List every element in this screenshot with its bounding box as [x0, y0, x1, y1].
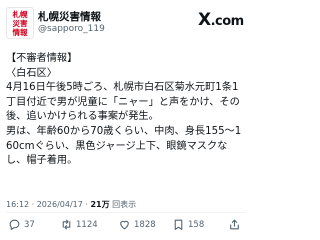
account-handle[interactable]: @sapporo_119: [38, 24, 105, 34]
avatar-text-line-1: 札幌: [12, 9, 28, 19]
share-button[interactable]: [228, 218, 241, 231]
share-icon: [230, 219, 239, 230]
retweet-icon: [62, 219, 71, 230]
avatar[interactable]: 札幌 災害 情報: [6, 7, 34, 39]
tweet-date[interactable]: 2026/04/17: [37, 200, 83, 209]
heart-icon: [120, 220, 129, 230]
x-logo-com: .com: [210, 14, 245, 29]
tweet-time[interactable]: 16:12: [6, 200, 29, 209]
reply-icon: [9, 219, 20, 230]
bookmark-button[interactable]: 158: [172, 218, 204, 231]
bookmark-count: 158: [188, 219, 205, 230]
tweet-text: 【不審者情報】 〈白石区〉 4月16日午後5時ごろ、札幌市白石区菊水元町1条1丁…: [6, 53, 242, 167]
retweet-button[interactable]: 1124: [60, 218, 98, 231]
avatar-text-line-3: 情報: [12, 27, 28, 37]
x-com-logo: X.com: [198, 10, 244, 30]
divider: [6, 212, 246, 213]
avatar-text-line-2: 災害: [12, 18, 28, 28]
reply-count: 37: [24, 219, 35, 230]
reply-button[interactable]: 37: [8, 218, 35, 231]
view-count: 21万: [90, 200, 110, 209]
retweet-count: 1124: [76, 219, 98, 230]
account-name[interactable]: 札幌災害情報: [38, 9, 101, 24]
x-logo-mark: X: [198, 10, 211, 30]
action-bar: 37 1124 1828 158: [0, 216, 250, 236]
tweet-meta: 16:12 · 2026/04/17 · 21万 回表示: [6, 200, 137, 209]
view-count-label: 回表示: [112, 200, 137, 209]
like-button[interactable]: 1828: [118, 218, 156, 231]
like-count: 1828: [134, 219, 156, 230]
tweet-header: 札幌 災害 情報 札幌災害情報 @sapporo_119 X.com: [0, 0, 250, 44]
bookmark-icon: [174, 219, 183, 230]
